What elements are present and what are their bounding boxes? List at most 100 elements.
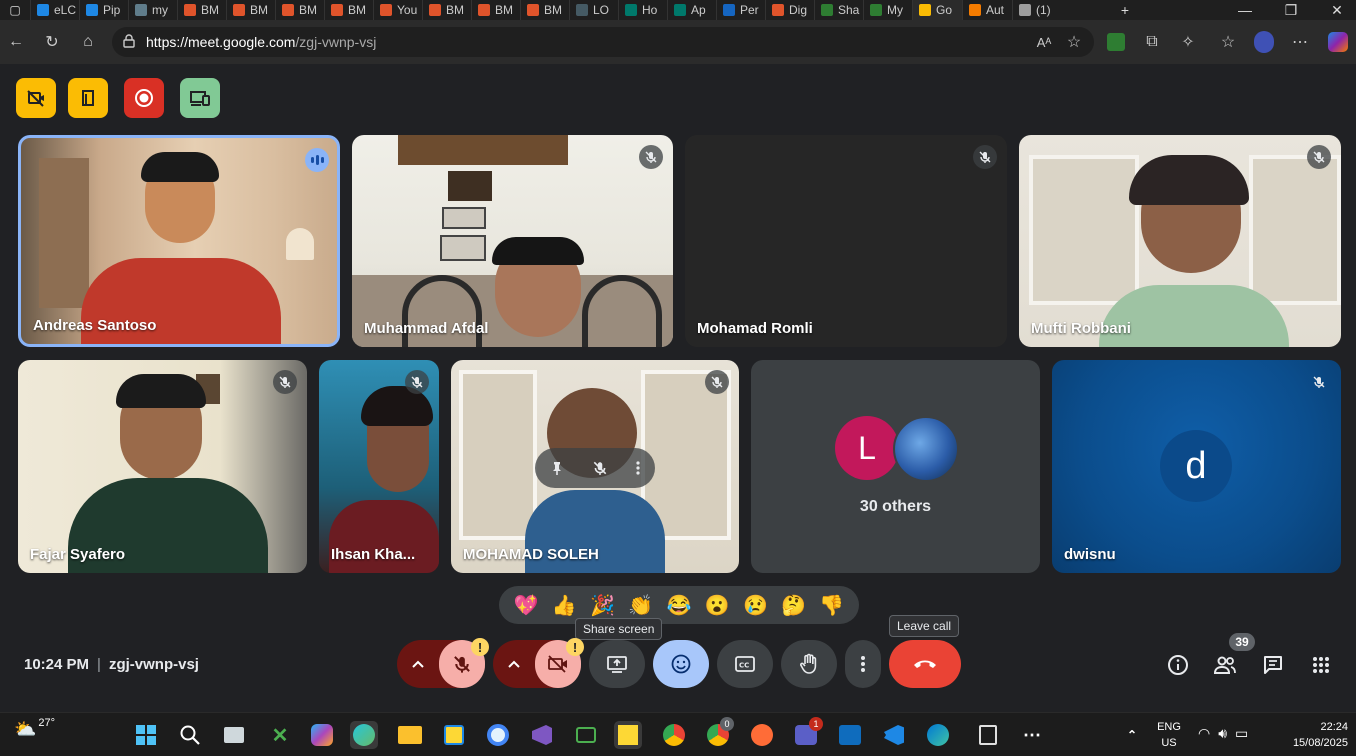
search-icon[interactable] <box>176 721 204 749</box>
browser-tab[interactable]: You <box>373 0 422 20</box>
raise-hand-button[interactable] <box>781 640 837 688</box>
extensions-puzzle-icon[interactable]: ✧ <box>1178 32 1198 52</box>
browser-tab[interactable]: Aut <box>962 0 1012 20</box>
browser-tab[interactable]: Ho <box>618 0 667 20</box>
browser-tab[interactable]: Per <box>716 0 765 20</box>
reactions-button[interactable] <box>653 640 709 688</box>
browser-tab[interactable]: Dig <box>765 0 814 20</box>
mute-participant-icon[interactable] <box>592 460 608 476</box>
companion-button[interactable] <box>180 78 220 118</box>
pin-icon[interactable] <box>549 460 565 476</box>
share-screen-button[interactable] <box>589 640 645 688</box>
app-icon[interactable] <box>974 721 1002 749</box>
more-options-button[interactable] <box>845 640 881 688</box>
reaction-thumbs-up[interactable]: 👍 <box>552 593 577 618</box>
browser-tab[interactable]: Go <box>912 0 962 20</box>
browser-tab[interactable]: BM <box>520 0 569 20</box>
browser-tab[interactable]: Sha <box>814 0 863 20</box>
more-options-icon[interactable] <box>635 460 641 476</box>
vscode-icon[interactable] <box>880 721 908 749</box>
browser-tab[interactable]: (1) <box>1012 0 1061 20</box>
chat-button[interactable] <box>1260 652 1286 678</box>
participant-tile[interactable]: Mohamad Romli <box>685 135 1007 347</box>
reaction-sad[interactable]: 😢 <box>743 593 768 618</box>
system-tray[interactable]: ◠ 🔊︎ ▭ <box>1198 725 1248 742</box>
participant-tile[interactable]: d dwisnu <box>1052 360 1341 573</box>
leave-call-button[interactable] <box>889 640 961 688</box>
browser-tab[interactable]: BM <box>422 0 471 20</box>
extension-icon[interactable]: ⧉ <box>1142 32 1162 52</box>
browser-tab[interactable]: BM <box>226 0 275 20</box>
people-button[interactable] <box>1212 652 1238 678</box>
favorites-icon[interactable]: ☆ <box>1218 32 1238 52</box>
reload-icon[interactable]: ↻ <box>42 32 62 52</box>
chrome-alt-icon[interactable] <box>484 721 512 749</box>
visual-studio-icon[interactable] <box>528 721 556 749</box>
browser-tab[interactable]: Ap <box>667 0 716 20</box>
reaction-party[interactable]: 🎉 <box>590 593 615 618</box>
profile-avatar[interactable] <box>1254 31 1274 53</box>
extension-sheets-icon[interactable] <box>1107 33 1125 51</box>
postman-icon[interactable] <box>748 721 776 749</box>
others-tile[interactable]: L 30 others <box>751 360 1040 573</box>
weather-widget[interactable]: ⛅ 27° <box>14 717 55 740</box>
tab-actions-icon[interactable]: ▢ <box>0 0 30 20</box>
snipping-tool-icon[interactable] <box>440 721 468 749</box>
participant-tile[interactable]: Fajar Syafero <box>18 360 307 573</box>
file-explorer-icon[interactable] <box>396 721 424 749</box>
browser-tab[interactable]: LO <box>569 0 618 20</box>
chrome-profile-icon[interactable] <box>660 721 688 749</box>
sticky-notes-icon[interactable] <box>614 721 642 749</box>
camera-off-notice-button[interactable] <box>16 78 56 118</box>
home-icon[interactable]: ⌂ <box>78 32 98 52</box>
browser-tab[interactable]: BM <box>177 0 226 20</box>
new-tab-button[interactable]: + <box>1102 0 1148 20</box>
reaction-surprised[interactable]: 😮 <box>705 593 730 618</box>
audio-options-chevron-icon[interactable] <box>397 660 439 668</box>
xmind-icon[interactable]: ✕ <box>266 721 294 749</box>
meeting-code[interactable]: zgj-vwnp-vsj <box>109 656 199 673</box>
more-menu-icon[interactable]: ⋯ <box>1290 32 1310 52</box>
read-aloud-icon[interactable]: Aᴬ <box>1034 32 1054 52</box>
restore-icon[interactable]: ❐ <box>1268 0 1314 20</box>
participant-tile[interactable]: Muhammad Afdal <box>352 135 673 347</box>
meeting-details-button[interactable] <box>1165 652 1191 678</box>
browser-tab[interactable]: BM <box>275 0 324 20</box>
reaction-heart[interactable]: 💖 <box>514 593 539 618</box>
close-window-icon[interactable]: ✕ <box>1314 0 1356 20</box>
browser-tab[interactable]: my <box>128 0 177 20</box>
captions-button[interactable]: CC <box>717 640 773 688</box>
participant-tile[interactable]: MOHAMAD SOLEH <box>451 360 739 573</box>
reaction-thumbs-down[interactable]: 👎 <box>819 593 844 618</box>
reaction-laugh[interactable]: 😂 <box>667 593 692 618</box>
back-icon[interactable]: ← <box>6 32 26 52</box>
browser-tab[interactable]: BM <box>324 0 373 20</box>
browser-tab[interactable]: Pip <box>79 0 128 20</box>
site-info-icon[interactable] <box>122 34 136 48</box>
participant-tile[interactable]: Ihsan Kha... <box>319 360 439 573</box>
activities-button[interactable] <box>1308 652 1334 678</box>
browser-tab[interactable]: eLC <box>30 0 79 20</box>
edge-icon[interactable] <box>924 721 952 749</box>
copilot-icon[interactable] <box>1328 32 1348 52</box>
participant-tile[interactable]: Mufti Robbani <box>1019 135 1341 347</box>
browser-tab[interactable]: BM <box>471 0 520 20</box>
video-options-chevron-icon[interactable] <box>493 660 535 668</box>
terminal-icon[interactable] <box>572 721 600 749</box>
favorite-star-icon[interactable]: ☆ <box>1064 32 1084 52</box>
outlook-icon[interactable] <box>836 721 864 749</box>
url-field[interactable]: https://meet.google.com/zgj-vwnp-vsj <box>112 27 1094 57</box>
participant-tile[interactable]: Andreas Santoso <box>18 135 340 347</box>
recording-button[interactable] <box>124 78 164 118</box>
input-language[interactable]: ENG US <box>1152 719 1186 751</box>
edge-dev-icon[interactable] <box>350 721 378 749</box>
reaction-clap[interactable]: 👏 <box>628 593 653 618</box>
reaction-thinking[interactable]: 🤔 <box>781 593 806 618</box>
copilot-icon[interactable] <box>308 721 336 749</box>
show-hidden-icons-icon[interactable]: ⌃ <box>1118 721 1146 749</box>
start-icon[interactable] <box>132 721 160 749</box>
task-view-icon[interactable] <box>220 721 248 749</box>
minimize-icon[interactable]: — <box>1222 0 1268 20</box>
browser-tab[interactable]: My <box>863 0 912 20</box>
clock[interactable]: 22:24 15/08/2025 <box>1276 719 1348 751</box>
